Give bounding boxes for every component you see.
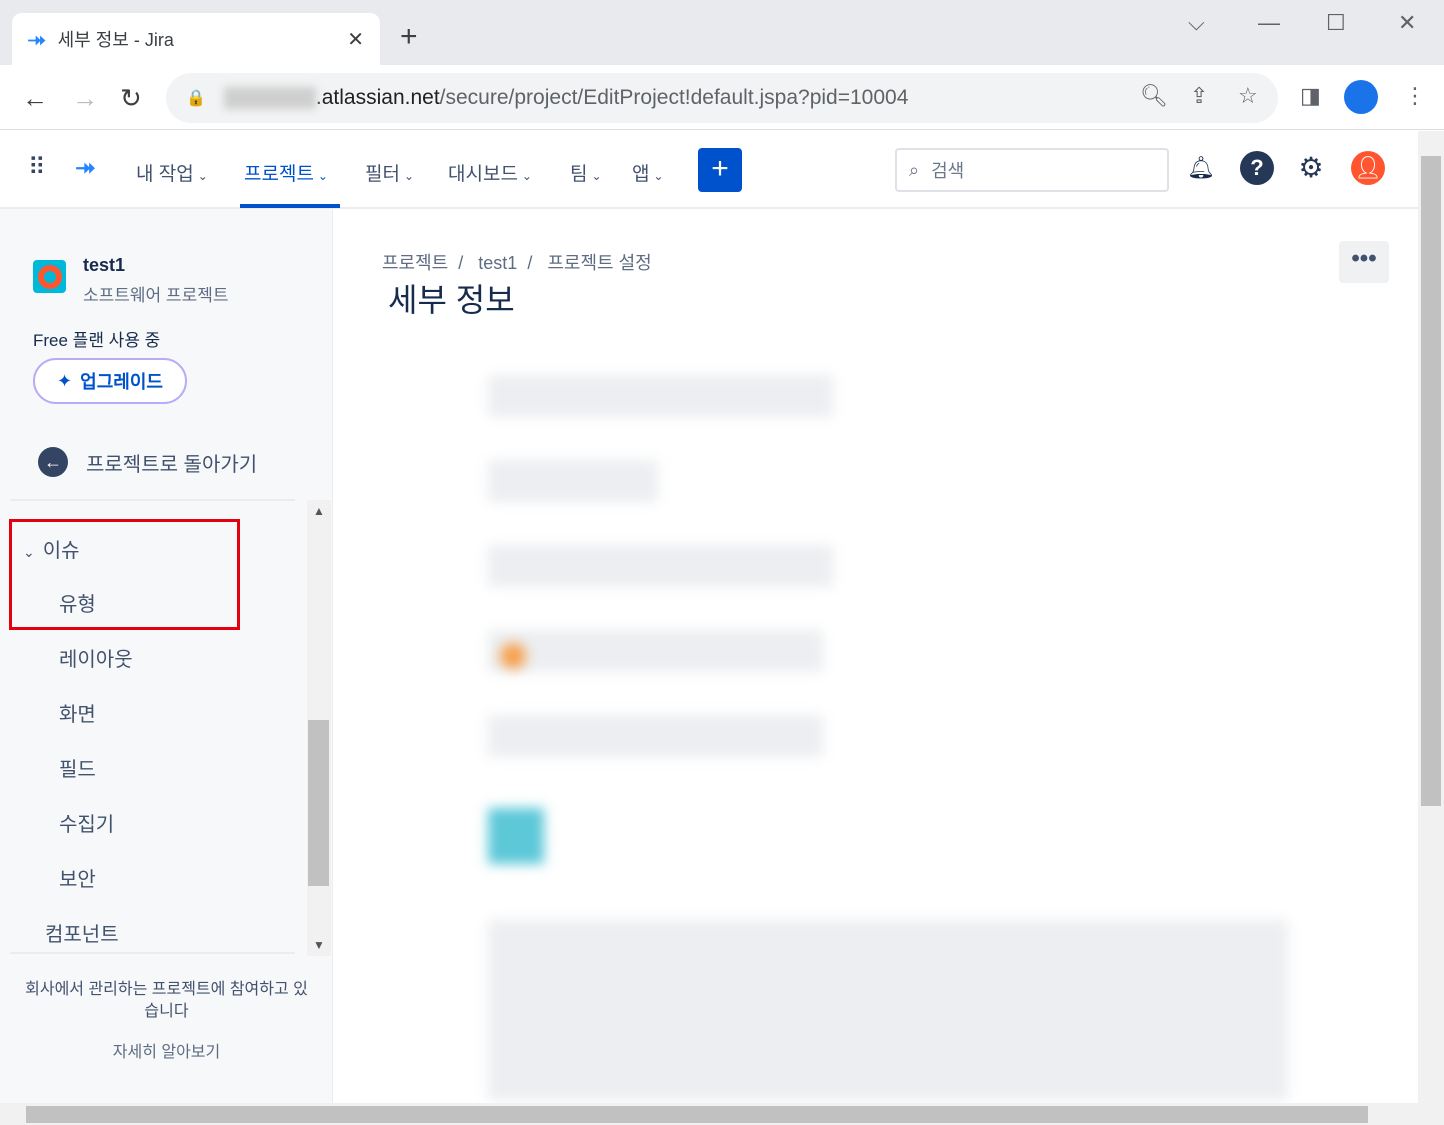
sidebar-scrollbar[interactable]: ▲ ▼ (307, 500, 331, 956)
help-icon[interactable]: ? (1240, 151, 1274, 185)
page-title: 세부 정보 (388, 275, 515, 321)
chevron-down-icon: ⌄ (404, 169, 414, 183)
learn-more-link[interactable]: 자세히 알아보기 (0, 1042, 333, 1064)
nav-apps[interactable]: 앱⌄ (632, 159, 664, 186)
blurred-subdomain (224, 87, 316, 109)
horizontal-scroll-thumb[interactable] (26, 1106, 1368, 1123)
zoom-icon[interactable]: 🔍︎ (1140, 83, 1168, 109)
project-name: test1 (83, 255, 125, 276)
new-tab-icon[interactable]: + (400, 20, 418, 54)
blurred-url-field (488, 545, 833, 587)
create-button[interactable]: + (698, 148, 742, 192)
back-to-project-link[interactable]: ← 프로젝트로 돌아가기 (38, 447, 257, 477)
chevron-down-icon: ⌄ (591, 169, 601, 183)
bookmark-star-icon[interactable]: ☆ (1238, 83, 1258, 109)
sidebar-scroll-thumb[interactable] (308, 720, 329, 886)
sidebar-item-layouts[interactable]: 레이아웃 (59, 643, 133, 672)
jira-top-nav: ⠿ ⯮ 내 작업⌄ 프로젝트⌄ 필터⌄ 대시보드⌄ 팀⌄ 앱⌄ + ⌕검색 🔔︎… (0, 131, 1418, 209)
browser-tab-bar: ⯮ 세부 정보 - Jira ✕ + ⌵ — ☐ ✕ (0, 0, 1444, 65)
managed-project-note: 회사에서 관리하는 프로젝트에 참여하고 있습니다 (0, 979, 333, 1023)
breadcrumb-settings[interactable]: 프로젝트 설정 (547, 253, 651, 273)
url-host: .atlassian.net (316, 86, 440, 110)
app-switcher-icon[interactable]: ⠿ (28, 153, 46, 182)
nav-filters[interactable]: 필터 ⌄ (365, 159, 414, 186)
nav-label: 필터 (365, 164, 400, 185)
scroll-up-icon[interactable]: ▲ (313, 504, 325, 518)
tab-search-icon[interactable]: ⌵ (1188, 10, 1205, 36)
search-placeholder: 검색 (931, 157, 964, 183)
browser-tab[interactable]: ⯮ 세부 정보 - Jira ✕ (12, 13, 380, 65)
close-tab-icon[interactable]: ✕ (347, 27, 364, 52)
highlight-box (9, 519, 240, 630)
forward-icon[interactable]: → (72, 83, 98, 114)
profile-avatar[interactable] (1344, 80, 1378, 114)
back-icon[interactable]: ← (22, 83, 48, 114)
jira-favicon-icon: ⯮ (28, 26, 46, 52)
nav-label: 프로젝트 (244, 164, 314, 185)
share-icon[interactable]: ⇪ (1190, 83, 1208, 109)
address-bar-row: ← → ↻ 🔒 .atlassian.net/secure/project/Ed… (0, 65, 1444, 130)
nav-dashboards[interactable]: 대시보드 ⌄ (448, 159, 532, 186)
chevron-down-icon: ⌄ (522, 169, 532, 183)
breadcrumb: 프로젝트/ test1/ 프로젝트 설정 (382, 249, 662, 275)
lock-icon: 🔒 (186, 88, 206, 108)
minimize-icon[interactable]: — (1258, 10, 1280, 36)
notifications-icon[interactable]: 🔔︎ (1184, 151, 1218, 185)
side-panel-icon[interactable]: ◨ (1300, 83, 1321, 109)
nav-label: 팀 (570, 164, 587, 185)
page-horizontal-scrollbar[interactable] (0, 1103, 1444, 1125)
chevron-down-icon: ⌄ (318, 169, 328, 183)
more-actions-button[interactable]: ••• (1339, 241, 1389, 283)
blurred-lead-field (488, 715, 823, 757)
upgrade-label: 업그레이드 (80, 368, 163, 394)
nav-projects[interactable]: 프로젝트 ⌄ (244, 159, 328, 186)
nav-teams[interactable]: 팀⌄ (570, 159, 602, 186)
chevron-down-icon: ⌄ (198, 169, 208, 183)
back-label: 프로젝트로 돌아가기 (86, 448, 257, 477)
user-avatar[interactable]: 👤︎ (1351, 151, 1385, 185)
url-path: /secure/project/EditProject!default.jspa… (440, 86, 909, 110)
blurred-key-field (488, 460, 658, 502)
search-icon: ⌕ (909, 160, 919, 181)
blurred-description-editor (488, 920, 1288, 1100)
nav-label: 대시보드 (448, 164, 518, 185)
project-avatar (33, 260, 66, 293)
blurred-category-field (488, 630, 823, 672)
search-input[interactable]: ⌕ 검색 (895, 148, 1169, 192)
sidebar-item-screens[interactable]: 화면 (59, 698, 96, 727)
breadcrumb-projects[interactable]: 프로젝트 (382, 253, 448, 273)
nav-label: 내 작업 (136, 164, 194, 185)
plan-label: Free 플랜 사용 중 (33, 326, 160, 351)
settings-gear-icon[interactable]: ⚙ (1294, 151, 1328, 185)
upgrade-button[interactable]: ✦ 업그레이드 (33, 358, 187, 404)
sidebar-item-components[interactable]: 컴포넌트 (45, 918, 119, 947)
browser-menu-icon[interactable]: ⋮ (1404, 83, 1426, 109)
breadcrumb-project[interactable]: test1 (478, 253, 517, 273)
reload-icon[interactable]: ↻ (120, 83, 142, 114)
tab-title: 세부 정보 - Jira (58, 26, 348, 52)
jira-logo-icon[interactable]: ⯮ (76, 153, 95, 181)
sidebar-item-collectors[interactable]: 수집기 (59, 808, 114, 837)
active-nav-underline (240, 204, 340, 208)
blurred-name-field (488, 375, 833, 417)
nav-my-work[interactable]: 내 작업 ⌄ (136, 159, 208, 186)
chevron-down-icon: ⌄ (653, 169, 663, 183)
sidebar-item-fields[interactable]: 필드 (59, 753, 96, 782)
blurred-icon (500, 643, 526, 669)
url-input[interactable]: 🔒 .atlassian.net/secure/project/EditProj… (166, 73, 1278, 123)
sparkle-icon: ✦ (57, 371, 72, 392)
nav-label: 앱 (632, 164, 649, 185)
project-sidebar: test1 소프트웨어 프로젝트 Free 플랜 사용 중 ✦ 업그레이드 ← 프로… (0, 209, 333, 1103)
blurred-avatar (488, 808, 544, 864)
sidebar-item-security[interactable]: 보안 (59, 863, 96, 892)
scroll-down-icon[interactable]: ▼ (313, 938, 325, 952)
arrow-left-icon: ← (38, 447, 68, 477)
page-vertical-scrollbar[interactable] (1418, 131, 1444, 1103)
project-type: 소프트웨어 프로젝트 (83, 281, 228, 306)
maximize-icon[interactable]: ☐ (1326, 10, 1346, 36)
close-window-icon[interactable]: ✕ (1398, 10, 1416, 36)
page-scroll-thumb[interactable] (1421, 156, 1441, 806)
